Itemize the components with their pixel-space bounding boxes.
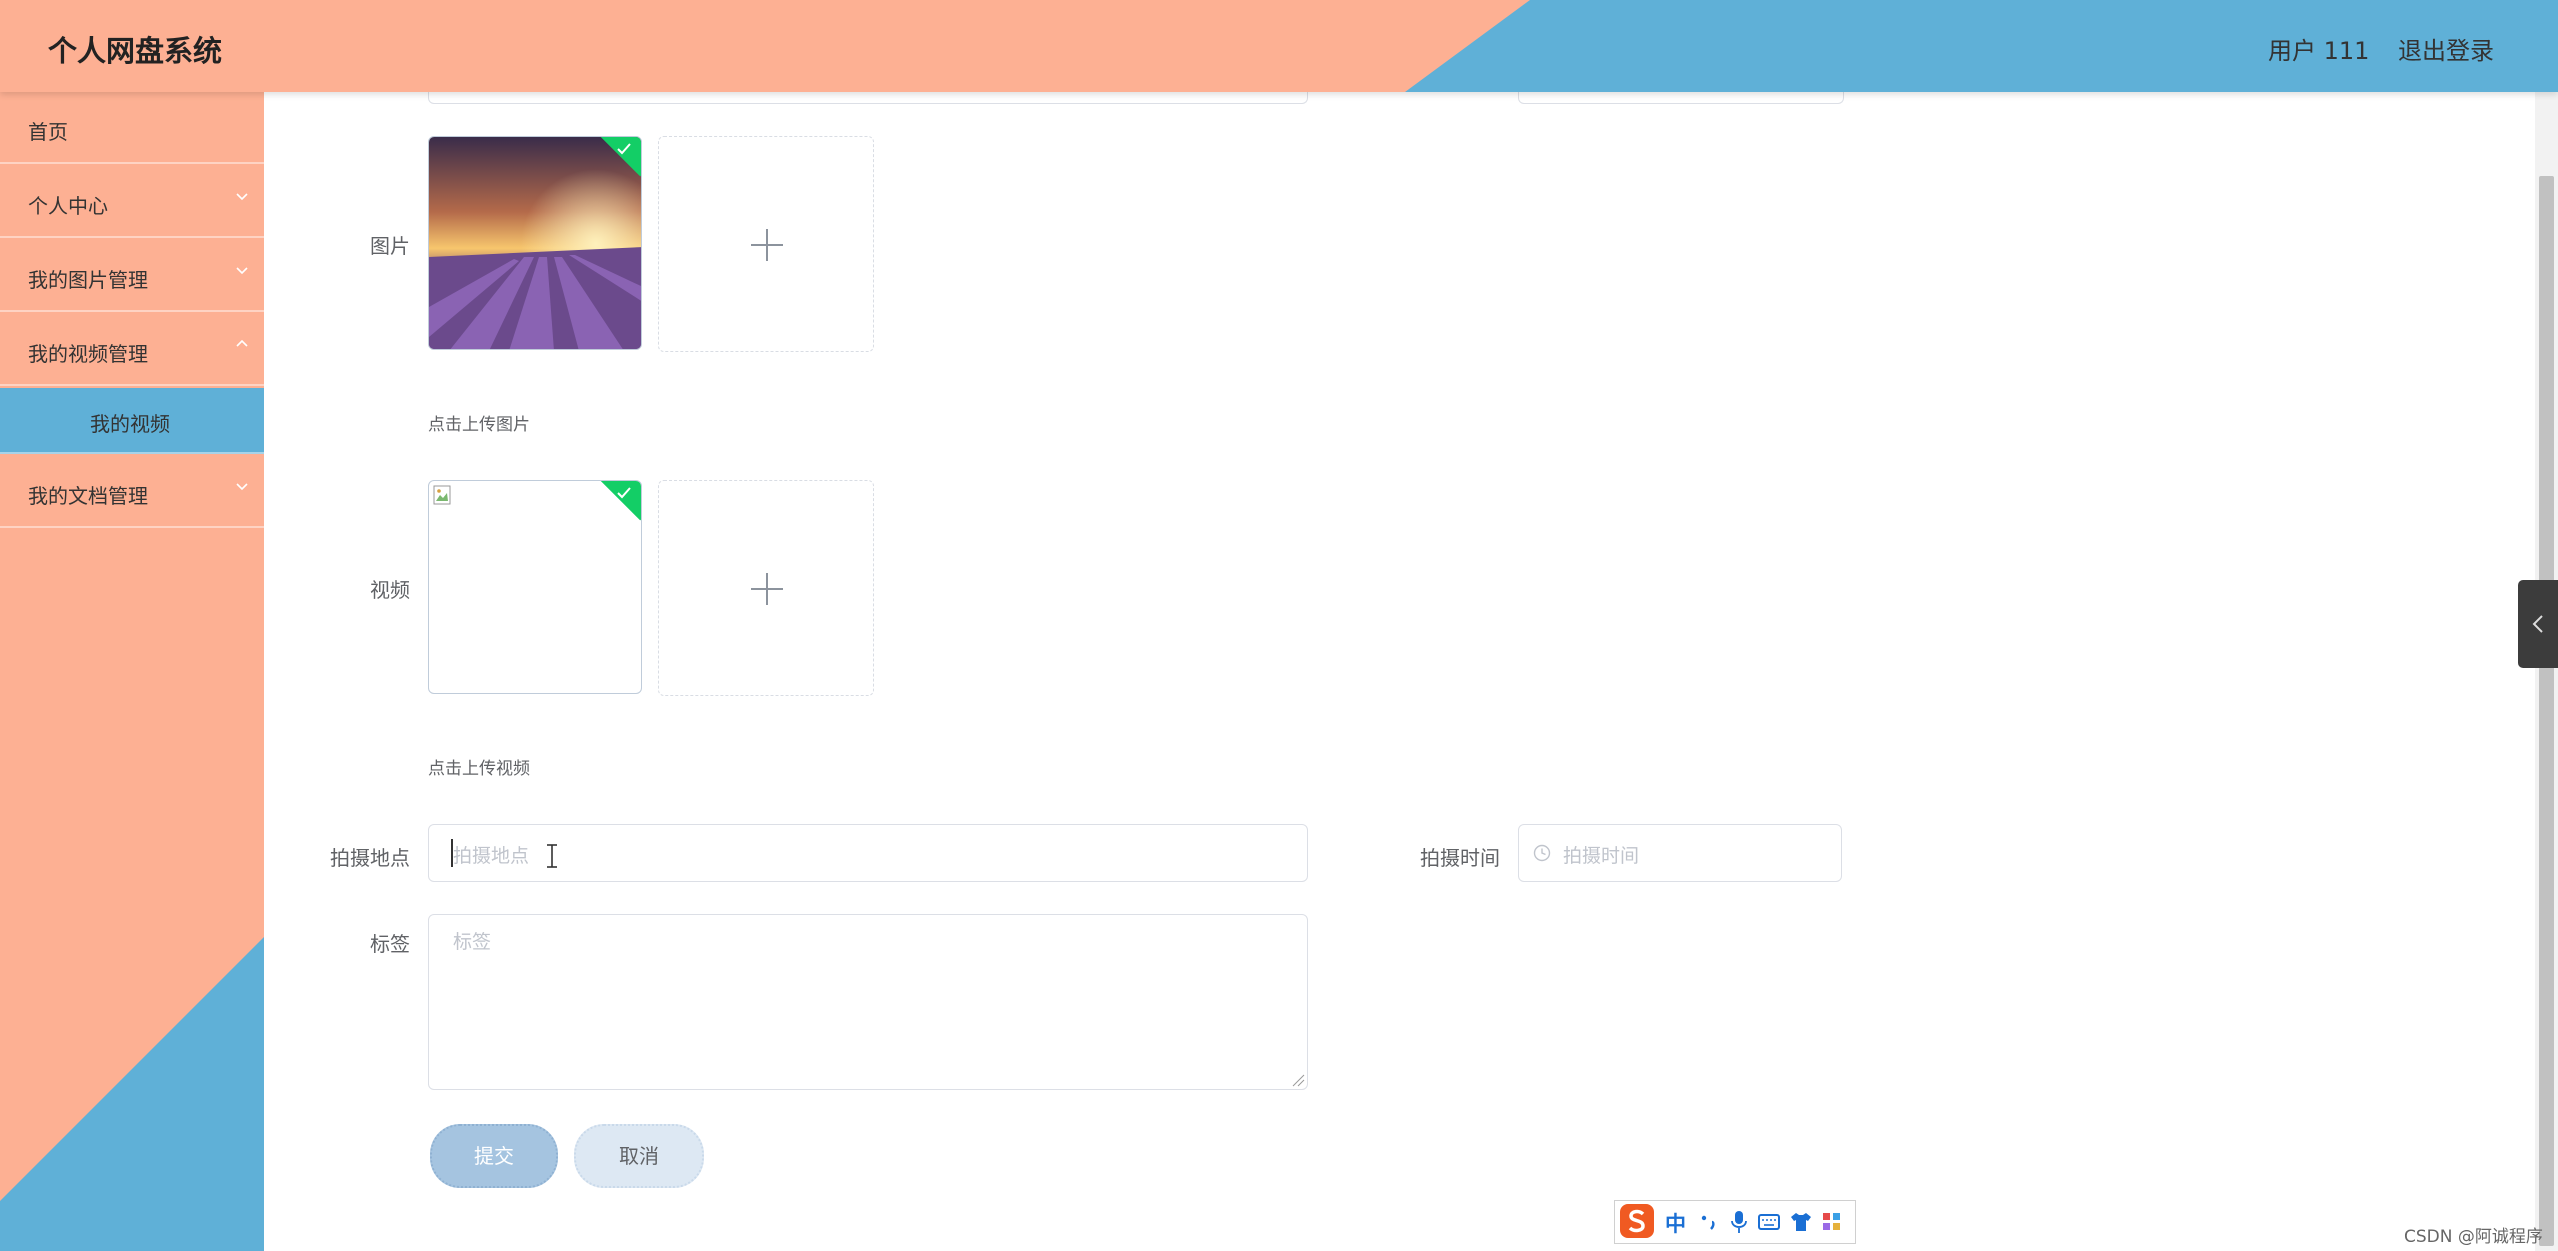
microphone-icon[interactable] xyxy=(1729,1209,1749,1235)
image-upload-button[interactable] xyxy=(658,136,874,352)
sidebar-item-video-management[interactable]: 我的视频管理 xyxy=(0,314,264,386)
image-label: 图片 xyxy=(370,234,410,258)
check-icon xyxy=(617,487,631,499)
time-label: 拍摄时间 xyxy=(1420,846,1500,870)
tags-placeholder: 标签 xyxy=(453,931,492,953)
sidebar-item-document-management[interactable]: 我的文档管理 xyxy=(0,456,264,528)
chevron-down-icon xyxy=(236,193,248,201)
chevron-up-icon xyxy=(236,339,248,347)
sogou-logo-icon[interactable] xyxy=(1617,1201,1657,1241)
user-label: 用户 111 xyxy=(2268,37,2370,65)
sidebar-item-label: 我的图片管理 xyxy=(28,268,148,292)
sidebar-item-label: 我的文档管理 xyxy=(28,484,148,508)
location-placeholder: 拍摄地点 xyxy=(453,845,530,867)
time-picker-input[interactable]: 拍摄时间 xyxy=(1518,824,1842,882)
tags-textarea[interactable]: 标签 xyxy=(428,914,1308,1090)
video-label: 视频 xyxy=(370,578,410,602)
top-header: 个人网盘系统 用户 111 退出登录 xyxy=(0,0,2558,92)
chevron-left-icon xyxy=(2532,615,2543,633)
video-upload-button[interactable] xyxy=(658,480,874,696)
sidebar-item-label: 首页 xyxy=(28,120,68,144)
sidebar-item-my-videos[interactable]: 我的视频 xyxy=(0,388,264,454)
sidebar-item-home[interactable]: 首页 xyxy=(0,92,264,164)
location-input[interactable]: 拍摄地点 xyxy=(428,824,1308,882)
ime-toolbar: 中 xyxy=(1614,1200,1856,1244)
sidebar-item-personal-center[interactable]: 个人中心 xyxy=(0,166,264,238)
uploaded-image-thumbnail[interactable] xyxy=(428,136,642,350)
tags-label: 标签 xyxy=(370,932,410,956)
time-placeholder: 拍摄时间 xyxy=(1563,845,1640,867)
uploaded-video-thumbnail[interactable] xyxy=(428,480,642,694)
broken-image-icon xyxy=(433,485,451,505)
text-cursor-icon xyxy=(547,844,557,868)
resize-handle-icon[interactable] xyxy=(1291,1073,1305,1087)
lavender-field-photo xyxy=(429,137,641,349)
skin-shirt-icon[interactable] xyxy=(1789,1210,1813,1234)
sidebar: 首页 个人中心 我的图片管理 我的视频管理 我的视频 我的文档管理 xyxy=(0,92,264,1251)
submit-button[interactable]: 提交 xyxy=(430,1124,558,1188)
logout-link[interactable]: 退出登录 xyxy=(2398,31,2494,66)
video-upload-tip: 点击上传视频 xyxy=(428,759,530,779)
side-panel-toggle[interactable] xyxy=(2518,580,2558,668)
cancel-button[interactable]: 取消 xyxy=(574,1124,704,1188)
csdn-watermark: CSDN @阿诚程序 xyxy=(2404,1227,2543,1247)
punctuation-icon[interactable] xyxy=(1699,1210,1719,1234)
toolbox-grid-icon[interactable] xyxy=(1821,1211,1843,1233)
scrollbar-thumb[interactable] xyxy=(2539,176,2554,1246)
chevron-down-icon xyxy=(236,483,248,491)
chevron-down-icon xyxy=(236,267,248,275)
sidebar-item-image-management[interactable]: 我的图片管理 xyxy=(0,240,264,312)
clock-icon xyxy=(1533,844,1551,862)
check-icon xyxy=(617,143,631,155)
app-title: 个人网盘系统 xyxy=(48,34,223,68)
ime-mode-label[interactable]: 中 xyxy=(1665,1208,1686,1238)
sidebar-item-label: 我的视频管理 xyxy=(28,342,148,366)
image-upload-tip: 点击上传图片 xyxy=(428,415,530,435)
sidebar-item-label: 我的视频 xyxy=(90,412,170,436)
plus-icon xyxy=(751,573,783,605)
keyboard-icon[interactable] xyxy=(1757,1210,1781,1234)
sidebar-item-label: 个人中心 xyxy=(28,194,108,218)
location-label: 拍摄地点 xyxy=(330,846,410,870)
plus-icon xyxy=(751,229,783,261)
